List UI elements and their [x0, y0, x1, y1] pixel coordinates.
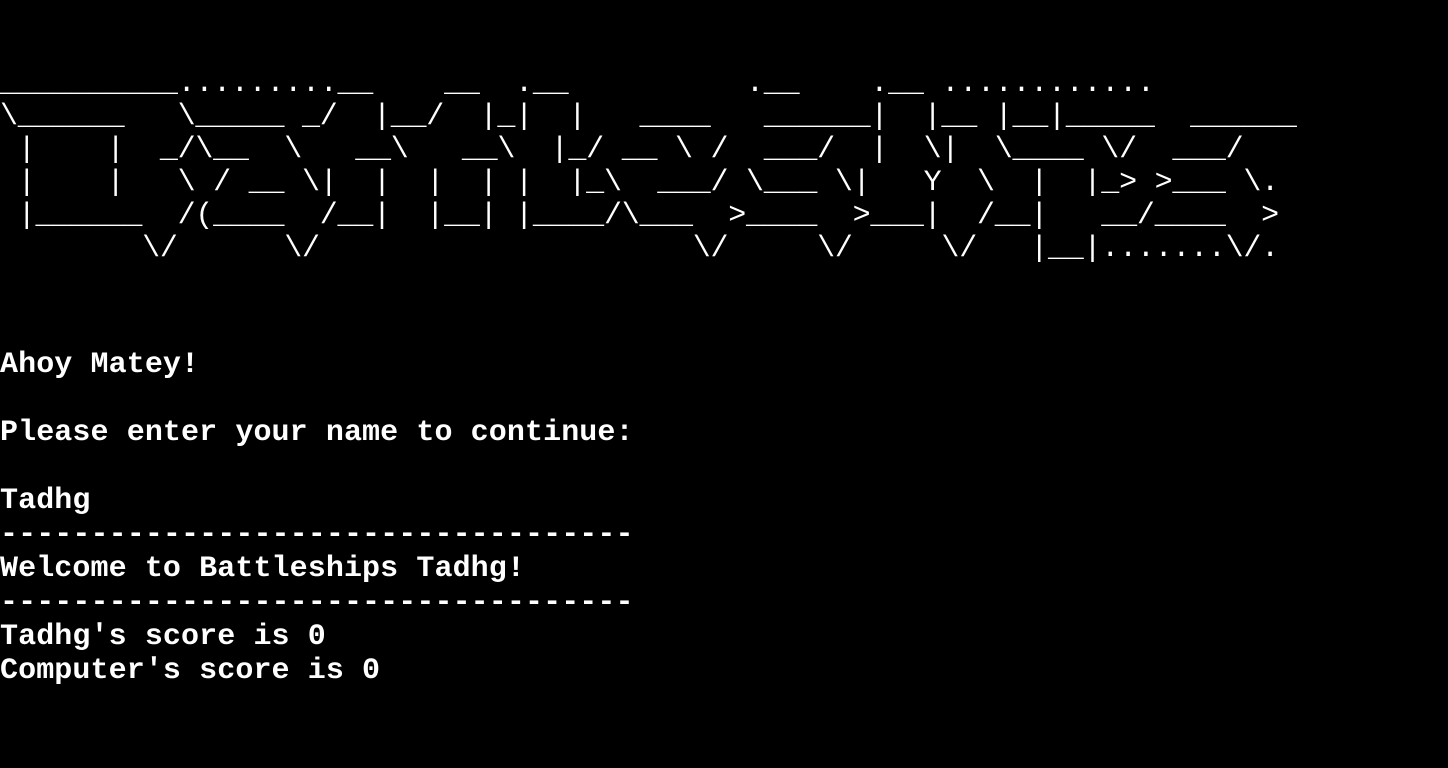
terminal-window[interactable]: __________.........__ __ .__ .__ .__ ...… — [0, 0, 1448, 768]
divider-line: ----------------------------------- — [0, 518, 634, 552]
name-input[interactable]: Tadhg — [0, 484, 1448, 518]
computer-score: Computer's score is 0 — [0, 654, 381, 688]
divider-line: ----------------------------------- — [0, 586, 634, 620]
banner-line: __________.........__ __ .__ .__ .__ ...… — [0, 67, 1155, 101]
banner-line: \/ \/ \/ \/ \/ |__|.......\/. — [0, 232, 1279, 266]
battleships-ascii-banner: __________.........__ __ .__ .__ .__ ...… — [0, 68, 1448, 266]
banner-line: | | \ / __ \| | | | | |_\ ___/ \___ \| Y… — [0, 166, 1279, 200]
banner-line: |______ /(____ /__| |__| |____/\___ >___… — [0, 199, 1279, 233]
name-prompt: Please enter your name to continue: — [0, 416, 634, 450]
banner-line: \______ \_____ _/ |__/ |_| | ____ ______… — [0, 100, 1297, 134]
greeting-text: Ahoy Matey! — [0, 348, 200, 382]
player-score: Tadhg's score is 0 — [0, 620, 326, 654]
banner-line: | | _/\__ \ __\ __\ |_/ __ \ / ___/ | \|… — [0, 133, 1244, 167]
welcome-message: Welcome to Battleships Tadhg! — [0, 552, 525, 586]
